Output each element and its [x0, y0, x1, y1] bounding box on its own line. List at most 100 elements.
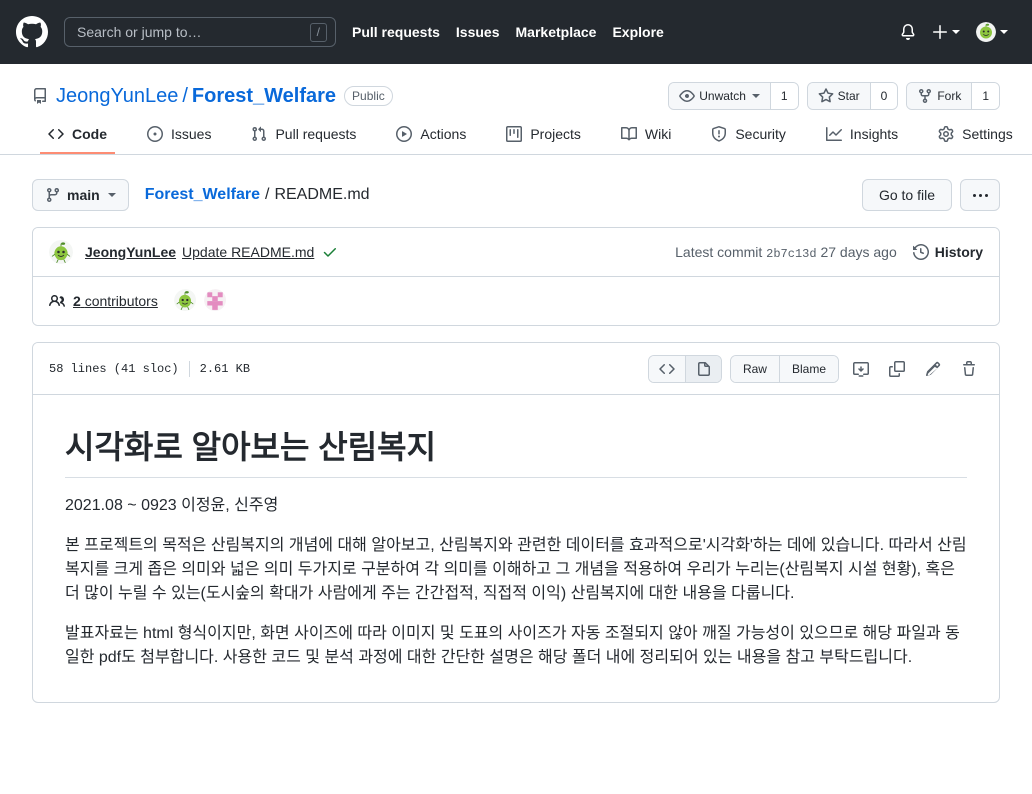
- repo-name-link[interactable]: Forest_Welfare: [192, 85, 336, 108]
- commit-author-avatar[interactable]: [49, 240, 73, 264]
- check-icon[interactable]: [322, 244, 338, 260]
- star-count: 0: [869, 83, 898, 109]
- tab-label: Insights: [849, 126, 899, 142]
- tab-code[interactable]: Code: [40, 118, 115, 154]
- github-logo-icon[interactable]: [16, 16, 48, 48]
- tab-label: Issues: [171, 126, 212, 142]
- view-preview-button[interactable]: [684, 355, 721, 382]
- view-code-button[interactable]: [648, 355, 685, 382]
- kebab-dot: [978, 193, 982, 197]
- file-stats: 58 lines (41 sloc) 2.61 KB: [49, 360, 251, 377]
- readme-title: 시각화로 알아보는 산림복지: [65, 427, 967, 478]
- raw-button[interactable]: Raw: [730, 355, 779, 382]
- unwatch-label: Unwatch: [699, 89, 746, 103]
- nav-marketplace[interactable]: Marketplace: [516, 24, 597, 40]
- avatar: [976, 22, 996, 42]
- commit-message[interactable]: Update README.md: [182, 244, 314, 260]
- repository-header: JeongYunLee / Forest_Welfare Public Unwa…: [0, 64, 1032, 155]
- commit-author-name[interactable]: JeongYunLee: [85, 244, 176, 260]
- book-icon: [620, 126, 637, 141]
- file-size: 2.61 KB: [199, 361, 251, 376]
- create-new-button[interactable]: [932, 24, 960, 40]
- more-options-button[interactable]: [960, 179, 1000, 211]
- repo-owner-link[interactable]: JeongYunLee: [56, 85, 178, 108]
- star-button[interactable]: Star: [807, 83, 870, 109]
- go-to-file-button[interactable]: Go to file: [861, 179, 952, 211]
- tab-pull-requests[interactable]: Pull requests: [243, 118, 364, 154]
- tab-label: Settings: [962, 126, 1013, 142]
- nav-explore[interactable]: Explore: [612, 24, 663, 40]
- tab-label: Actions: [420, 126, 467, 142]
- fork-label: Fork: [937, 89, 962, 103]
- view-mode-toggle: [647, 354, 722, 383]
- code-brackets-icon: [659, 363, 675, 374]
- breadcrumb: Forest_Welfare / README.md: [145, 186, 370, 204]
- history-link[interactable]: History: [912, 244, 983, 260]
- branch-selector-button[interactable]: main: [32, 179, 129, 211]
- repository-tabs: Code Issues Pull requests Actions Projec…: [32, 118, 1013, 154]
- tab-wiki[interactable]: Wiki: [613, 118, 679, 154]
- issue-opened-icon: [147, 126, 163, 142]
- tab-actions[interactable]: Actions: [388, 118, 474, 154]
- tab-label: Security: [735, 126, 786, 142]
- chevron-down-icon: [952, 30, 960, 34]
- header-right-actions: [900, 22, 1016, 42]
- commit-sha[interactable]: 2b7c13d: [766, 247, 816, 261]
- fork-button[interactable]: Fork: [907, 83, 972, 109]
- tab-issues[interactable]: Issues: [139, 118, 219, 154]
- open-in-desktop-button[interactable]: [847, 355, 875, 383]
- eye-icon: [679, 90, 696, 102]
- search-input[interactable]: Search or jump to… /: [64, 17, 336, 47]
- contributor-avatars: [173, 289, 228, 313]
- contributors-link[interactable]: 2 contributors: [73, 293, 158, 309]
- tab-insights[interactable]: Insights: [818, 118, 906, 154]
- edit-file-button[interactable]: [919, 355, 947, 383]
- contributor-avatar[interactable]: [203, 289, 228, 313]
- nav-issues[interactable]: Issues: [456, 24, 500, 40]
- tab-label: Projects: [530, 126, 581, 142]
- tab-security[interactable]: Security: [703, 118, 794, 154]
- gear-icon: [938, 126, 954, 142]
- contributors-count: 2: [73, 293, 81, 309]
- play-icon: [396, 126, 413, 142]
- branch-name: main: [67, 187, 100, 203]
- tab-projects[interactable]: Projects: [498, 118, 589, 154]
- breadcrumb-current-file: README.md: [274, 186, 370, 203]
- tab-settings[interactable]: Settings: [930, 118, 1021, 154]
- account-menu-button[interactable]: [976, 22, 1008, 42]
- contributor-avatar[interactable]: [173, 289, 198, 313]
- file-icon: [698, 361, 711, 376]
- nav-pull-requests[interactable]: Pull requests: [352, 24, 440, 40]
- trash-icon: [963, 360, 975, 376]
- latest-commit-label: Latest commit: [675, 243, 763, 260]
- star-icon: [818, 88, 834, 103]
- breadcrumb-repo-link[interactable]: Forest_Welfare: [145, 186, 260, 204]
- readme-subtitle: 2021.08 ~ 0923 이정윤, 신주영: [65, 497, 279, 514]
- tab-label: Pull requests: [275, 126, 357, 142]
- latest-commit-box: JeongYunLee Update README.md Latest comm…: [32, 227, 1000, 326]
- watch-button-group[interactable]: Unwatch 1: [668, 82, 799, 110]
- copy-icon: [889, 360, 905, 377]
- global-header: Search or jump to… / Pull requests Issue…: [0, 0, 1032, 64]
- blame-button[interactable]: Blame: [778, 355, 838, 382]
- raw-blame-toggle: Raw Blame: [729, 354, 839, 383]
- global-nav: Pull requests Issues Marketplace Explore: [352, 24, 664, 40]
- code-icon: [48, 128, 64, 140]
- tab-label: Code: [72, 126, 107, 142]
- unwatch-button[interactable]: Unwatch: [669, 83, 770, 109]
- fork-button-group[interactable]: Fork 1: [906, 82, 1000, 110]
- project-board-icon: [506, 126, 523, 142]
- delete-file-button[interactable]: [955, 355, 983, 383]
- divider: [188, 360, 190, 377]
- commit-meta: Latest commit 2b7c13d 27 days ago Histor…: [675, 244, 983, 261]
- kebab-dot: [972, 193, 976, 197]
- notifications-button[interactable]: [900, 24, 916, 40]
- file-actions: Raw Blame: [647, 354, 983, 383]
- breadcrumb-separator: /: [265, 186, 270, 203]
- star-button-group[interactable]: Star 0: [806, 82, 899, 110]
- chevron-down-icon: [107, 193, 116, 197]
- desktop-download-icon: [853, 361, 869, 377]
- latest-commit-row: JeongYunLee Update README.md Latest comm…: [33, 228, 999, 276]
- copy-raw-contents-button[interactable]: [883, 355, 911, 383]
- fork-count: 1: [971, 83, 999, 109]
